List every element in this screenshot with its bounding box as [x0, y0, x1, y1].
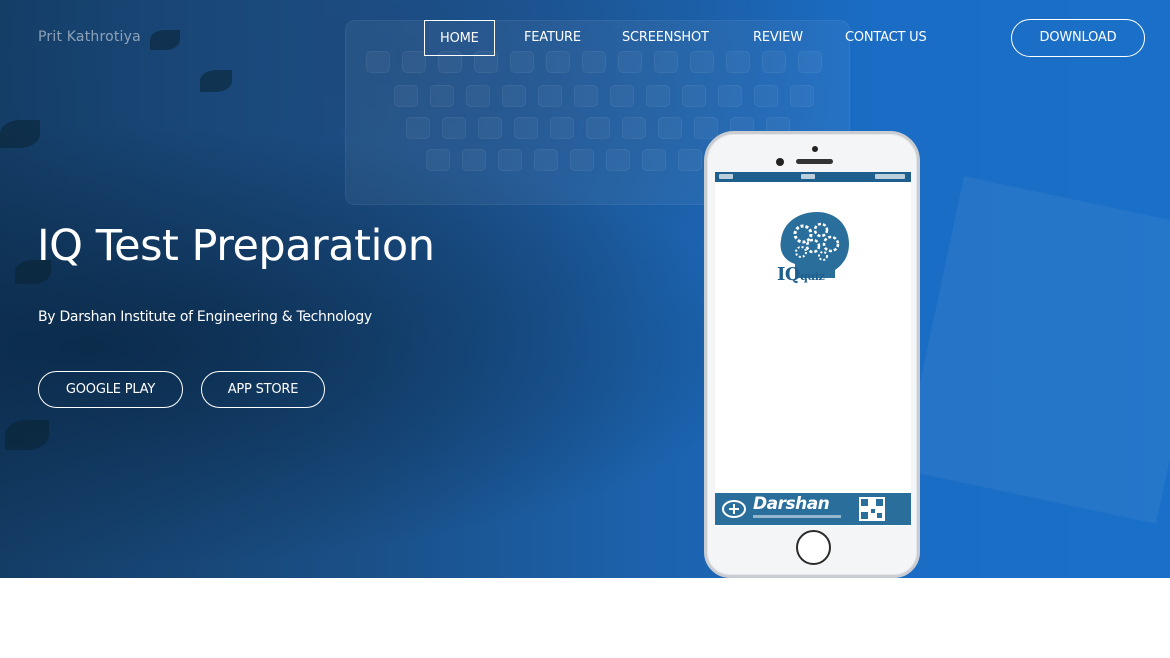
keyboard-key: [610, 85, 634, 107]
phone-status-bar: [715, 172, 911, 182]
keyboard-key: [402, 51, 426, 73]
keyboard-key: [406, 117, 430, 139]
keyboard-key: [366, 51, 390, 73]
keyboard-key: [534, 149, 558, 171]
keyboard-key: [658, 117, 682, 139]
keyboard-key: [442, 117, 466, 139]
qr-code-icon: [859, 497, 885, 521]
keyboard-key: [678, 149, 702, 171]
keyboard-key: [538, 85, 562, 107]
darshan-tagline: [753, 515, 841, 518]
keyboard-key: [718, 85, 742, 107]
keyboard-key: [430, 85, 454, 107]
keyboard-key: [574, 85, 598, 107]
keyboard-key: [754, 85, 778, 107]
keyboard-key: [426, 149, 450, 171]
keyboard-key: [790, 85, 814, 107]
keyboard-key: [514, 117, 538, 139]
app-logo-iq: IQ: [777, 264, 801, 285]
nav-item-screenshot[interactable]: SCREENSHOT: [622, 20, 709, 56]
keyboard-key: [694, 117, 718, 139]
keyboard-key: [582, 51, 606, 73]
keyboard-key: [586, 117, 610, 139]
phone-sensor: [776, 158, 784, 166]
app-logo-quiz: quiz: [800, 270, 825, 283]
keyboard-key: [682, 85, 706, 107]
hero-section: Prit Kathrotiya HOME FEATURE SCREENSHOT …: [0, 0, 1170, 578]
darshan-banner-text: Darshan: [753, 494, 830, 514]
plant-leaf: [150, 30, 180, 50]
keyboard-key: [726, 51, 750, 73]
phone-camera: [812, 146, 818, 152]
phone-screen: IQquiz Darshan: [715, 172, 911, 526]
app-store-button[interactable]: APP STORE: [201, 371, 325, 408]
hero-subtitle: By Darshan Institute of Engineering & Te…: [38, 309, 372, 325]
darshan-logo-icon: [722, 500, 746, 518]
keyboard-key: [466, 85, 490, 107]
keyboard-key: [478, 117, 502, 139]
phone-speaker: [796, 159, 833, 164]
plant-leaf: [0, 120, 40, 148]
app-logo-text: IQquiz: [777, 264, 825, 285]
keyboard-key: [462, 149, 486, 171]
nav-item-review[interactable]: REVIEW: [753, 20, 803, 56]
google-play-button[interactable]: GOOGLE PLAY: [38, 371, 183, 408]
darshan-banner: Darshan: [715, 493, 911, 525]
nav-item-home[interactable]: HOME: [424, 20, 495, 56]
keyboard-key: [498, 149, 522, 171]
keyboard-key: [606, 149, 630, 171]
keyboard-key: [502, 85, 526, 107]
keyboard-key: [550, 117, 574, 139]
keyboard-key: [570, 149, 594, 171]
phone-home-button: [796, 530, 831, 565]
hero-title: IQ Test Preparation: [37, 221, 435, 271]
brand-name[interactable]: Prit Kathrotiya: [38, 29, 141, 45]
nav-item-contact-us[interactable]: CONTACT US: [845, 20, 927, 56]
phone-mockup: IQquiz Darshan: [704, 131, 920, 578]
keyboard-key: [394, 85, 418, 107]
keyboard-key: [642, 149, 666, 171]
plant-leaf: [200, 70, 232, 92]
keyboard-key: [646, 85, 670, 107]
download-button[interactable]: DOWNLOAD: [1011, 19, 1145, 57]
notebook-background: [901, 176, 1170, 524]
keyboard-key: [622, 117, 646, 139]
nav-item-feature[interactable]: FEATURE: [524, 20, 581, 56]
plant-leaf: [5, 420, 49, 450]
